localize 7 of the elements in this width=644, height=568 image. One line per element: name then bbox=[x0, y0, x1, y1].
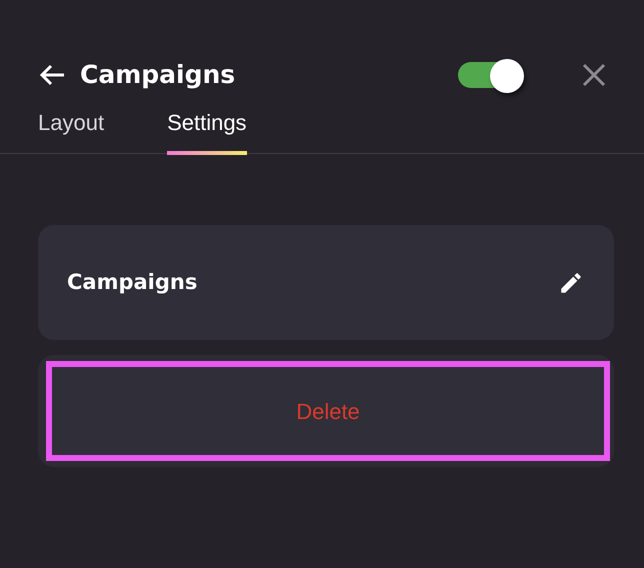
tab[interactable]: Layout bbox=[38, 109, 104, 155]
close-icon[interactable] bbox=[582, 63, 606, 87]
toggle-switch[interactable] bbox=[458, 59, 524, 91]
panel-title: Campaigns bbox=[80, 59, 236, 92]
tab[interactable]: Settings bbox=[167, 109, 247, 155]
card-title: Campaigns bbox=[67, 268, 198, 296]
back-arrow-icon[interactable] bbox=[38, 63, 66, 87]
